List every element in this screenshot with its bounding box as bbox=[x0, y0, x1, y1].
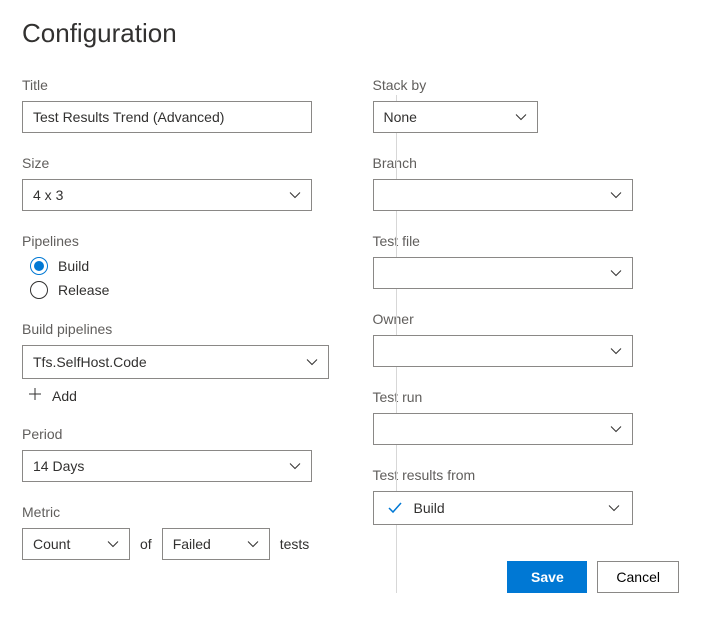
stackby-value: None bbox=[384, 109, 417, 125]
chevron-down-icon bbox=[608, 504, 620, 512]
radio-unselected-icon bbox=[30, 281, 48, 299]
period-value: 14 Days bbox=[33, 458, 84, 474]
metric-label: Metric bbox=[22, 504, 329, 520]
testfile-label: Test file bbox=[373, 233, 680, 249]
owner-select[interactable] bbox=[373, 335, 633, 367]
right-column: Stack by None Branch Test file bbox=[373, 77, 680, 593]
testfile-group: Test file bbox=[373, 233, 680, 289]
build-pipelines-value: Tfs.SelfHost.Code bbox=[33, 354, 147, 370]
period-group: Period 14 Days bbox=[22, 426, 329, 482]
testresultsfrom-value: Build bbox=[414, 500, 445, 516]
testfile-select[interactable] bbox=[373, 257, 633, 289]
metric-count-value: Count bbox=[33, 536, 70, 552]
metric-outcome-value: Failed bbox=[173, 536, 211, 552]
metric-count-select[interactable]: Count bbox=[22, 528, 130, 560]
build-pipelines-select[interactable]: Tfs.SelfHost.Code bbox=[22, 345, 329, 379]
period-label: Period bbox=[22, 426, 329, 442]
size-label: Size bbox=[22, 155, 329, 171]
radio-release-label: Release bbox=[58, 282, 109, 298]
pipelines-label: Pipelines bbox=[22, 233, 329, 249]
pipelines-group: Pipelines Build Release bbox=[22, 233, 329, 299]
stackby-group: Stack by None bbox=[373, 77, 680, 133]
testresultsfrom-label: Test results from bbox=[373, 467, 680, 483]
testrun-label: Test run bbox=[373, 389, 680, 405]
check-icon bbox=[388, 502, 402, 514]
button-row: Save Cancel bbox=[373, 561, 680, 593]
left-column: Title Size 4 x 3 Pipelines Build Release bbox=[22, 77, 329, 593]
testresultsfrom-select[interactable]: Build bbox=[373, 491, 633, 525]
chevron-down-icon bbox=[610, 269, 622, 277]
chevron-down-icon bbox=[610, 347, 622, 355]
metric-row: Count of Failed tests bbox=[22, 528, 329, 560]
cancel-button[interactable]: Cancel bbox=[597, 561, 679, 593]
title-group: Title bbox=[22, 77, 329, 133]
plus-icon bbox=[28, 387, 42, 404]
chevron-down-icon bbox=[289, 462, 301, 470]
branch-group: Branch bbox=[373, 155, 680, 211]
chevron-down-icon bbox=[306, 358, 318, 366]
period-select[interactable]: 14 Days bbox=[22, 450, 312, 482]
size-select-value: 4 x 3 bbox=[33, 187, 63, 203]
build-pipelines-group: Build pipelines Tfs.SelfHost.Code Add bbox=[22, 321, 329, 404]
title-label: Title bbox=[22, 77, 329, 93]
metric-tests-text: tests bbox=[280, 536, 310, 552]
chevron-down-icon bbox=[515, 113, 527, 121]
radio-build[interactable]: Build bbox=[22, 257, 329, 275]
metric-group: Metric Count of Failed tests bbox=[22, 504, 329, 560]
chevron-down-icon bbox=[247, 540, 259, 548]
metric-of-text: of bbox=[140, 536, 152, 552]
metric-outcome-select[interactable]: Failed bbox=[162, 528, 270, 560]
columns: Title Size 4 x 3 Pipelines Build Release bbox=[22, 77, 679, 593]
page-heading: Configuration bbox=[22, 18, 679, 49]
chevron-down-icon bbox=[289, 191, 301, 199]
stackby-label: Stack by bbox=[373, 77, 680, 93]
radio-release[interactable]: Release bbox=[22, 281, 329, 299]
add-label: Add bbox=[52, 388, 77, 404]
branch-label: Branch bbox=[373, 155, 680, 171]
size-select[interactable]: 4 x 3 bbox=[22, 179, 312, 211]
save-button[interactable]: Save bbox=[507, 561, 587, 593]
owner-group: Owner bbox=[373, 311, 680, 367]
branch-select[interactable] bbox=[373, 179, 633, 211]
chevron-down-icon bbox=[610, 191, 622, 199]
radio-build-label: Build bbox=[58, 258, 89, 274]
build-pipelines-label: Build pipelines bbox=[22, 321, 329, 337]
testrun-select[interactable] bbox=[373, 413, 633, 445]
chevron-down-icon bbox=[107, 540, 119, 548]
radio-selected-icon bbox=[30, 257, 48, 275]
testresultsfrom-group: Test results from Build bbox=[373, 467, 680, 525]
owner-label: Owner bbox=[373, 311, 680, 327]
title-input[interactable] bbox=[22, 101, 312, 133]
testrun-group: Test run bbox=[373, 389, 680, 445]
size-group: Size 4 x 3 bbox=[22, 155, 329, 211]
add-pipeline-button[interactable]: Add bbox=[22, 387, 329, 404]
chevron-down-icon bbox=[610, 425, 622, 433]
stackby-select[interactable]: None bbox=[373, 101, 538, 133]
